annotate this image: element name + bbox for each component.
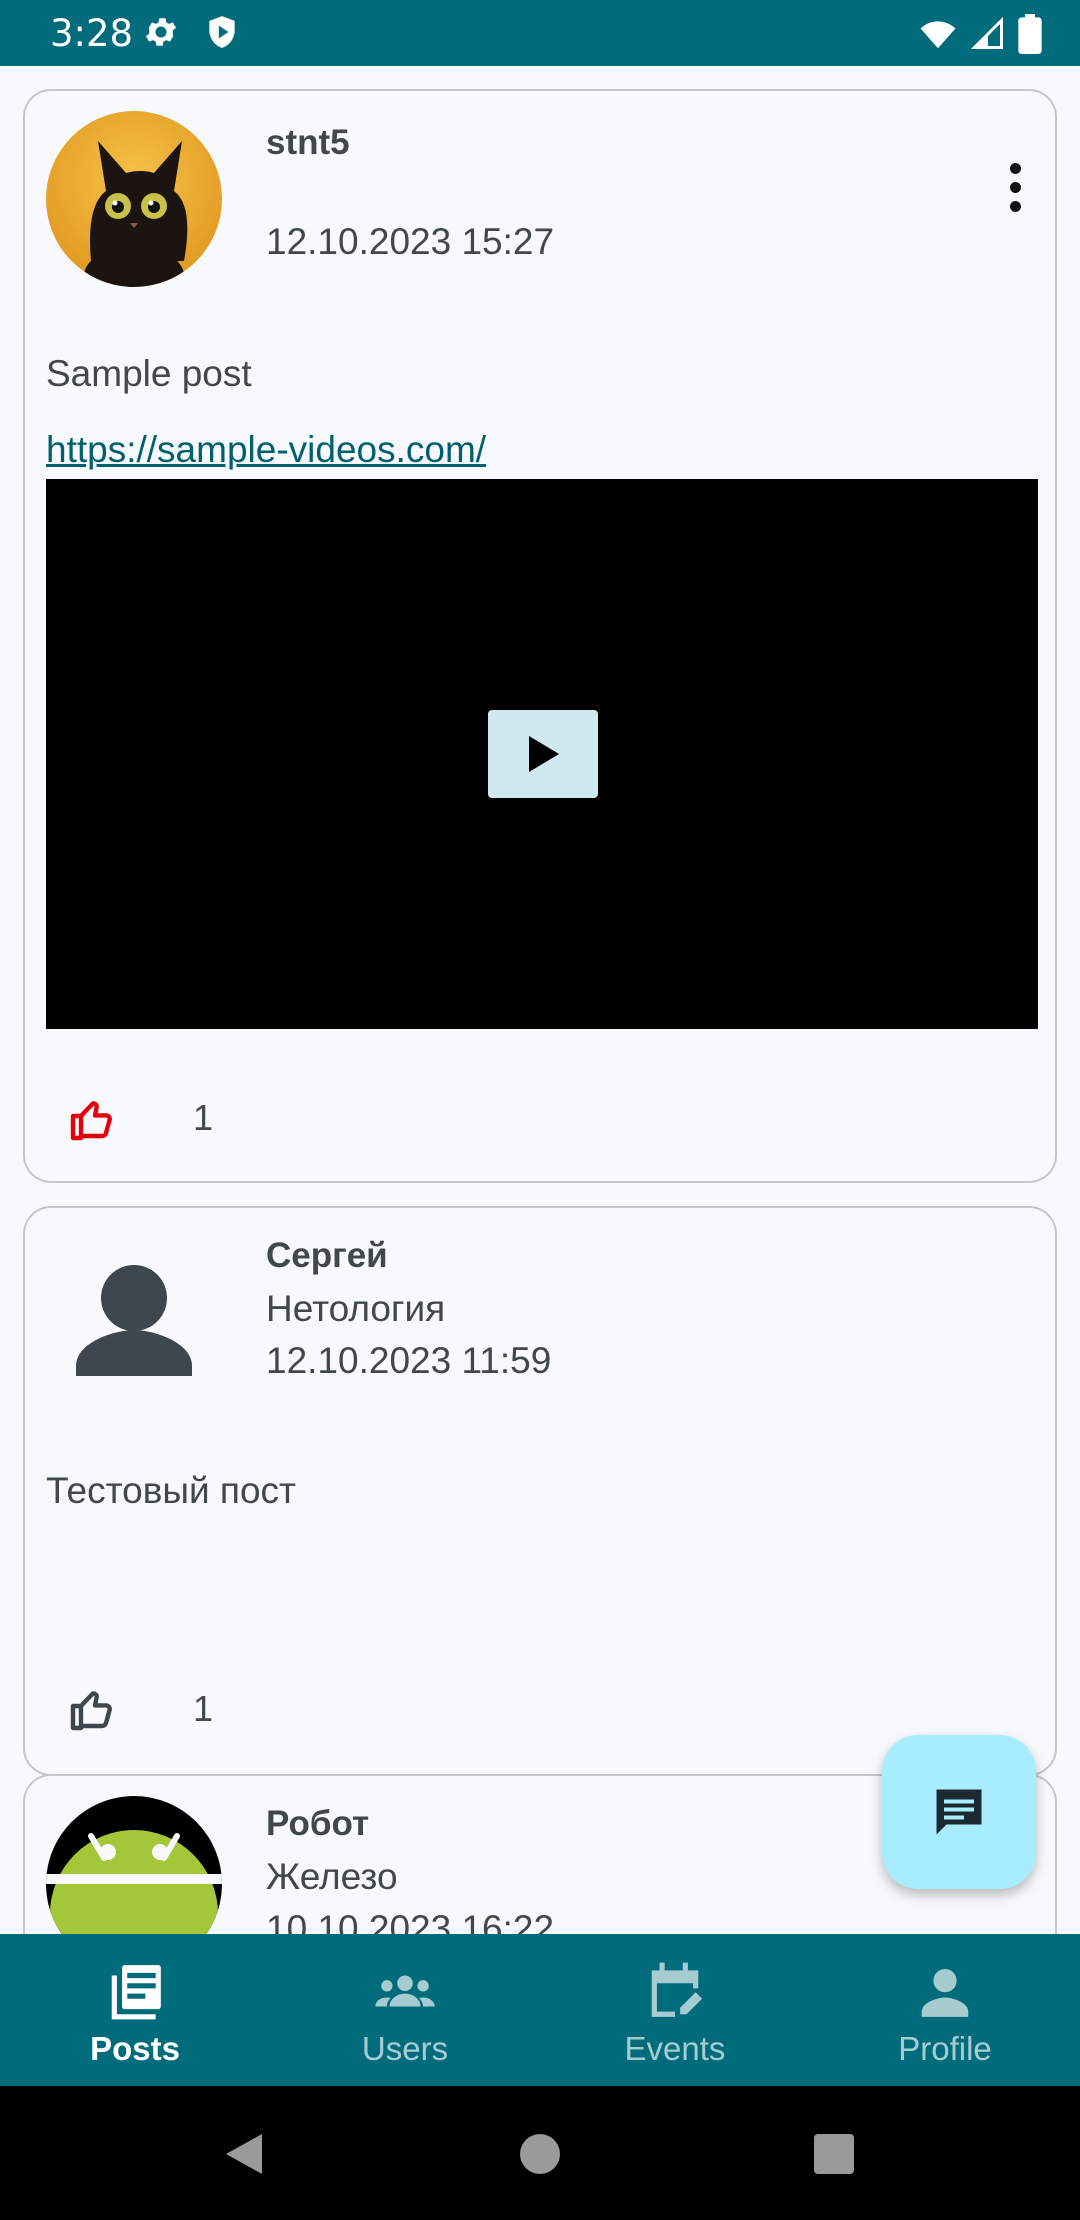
- dot: [1009, 182, 1021, 193]
- new-post-fab[interactable]: [882, 1735, 1036, 1889]
- dot: [1009, 201, 1021, 212]
- author-name: Робот: [266, 1804, 370, 1843]
- wifi-icon: [920, 21, 956, 49]
- message-icon: [936, 1789, 982, 1835]
- nav-posts[interactable]: Posts: [0, 1934, 270, 2086]
- author-job: Железо: [266, 1856, 398, 1897]
- signal-icon: [970, 16, 1003, 49]
- post-content: Sample post: [46, 353, 252, 394]
- nav-label: Events: [624, 2030, 726, 2067]
- author-avatar: [46, 111, 222, 287]
- nav-profile[interactable]: Profile: [810, 1934, 1080, 2086]
- like-icon[interactable]: [69, 1686, 117, 1734]
- post-link[interactable]: https://sample-videos.com/: [46, 429, 486, 471]
- play-button[interactable]: [488, 710, 598, 798]
- author-avatar: [46, 1228, 222, 1404]
- users-icon: [375, 1975, 435, 2007]
- status-bar: 3:28: [0, 0, 1080, 66]
- author-avatar: [46, 1796, 222, 1934]
- post-card[interactable]: Сергей Нетология 12.10.2023 11:59 Тестов…: [23, 1206, 1057, 1776]
- nav-events[interactable]: Events: [540, 1934, 810, 2086]
- post-content: Тестовый пост: [46, 1470, 296, 1511]
- nav-users[interactable]: Users: [270, 1934, 540, 2086]
- nav-label: Users: [361, 2030, 449, 2067]
- post-menu-button[interactable]: [1005, 163, 1025, 213]
- post-date: 10.10.2023 16:22: [266, 1908, 555, 1934]
- home-icon[interactable]: [518, 2132, 562, 2176]
- nav-label: Posts: [90, 2030, 180, 2067]
- play-icon: [529, 736, 559, 772]
- bottom-navigation: Posts Users Events Profile: [0, 1934, 1080, 2086]
- author-name: Сергей: [266, 1236, 388, 1275]
- gear-icon: [145, 18, 177, 46]
- battery-icon: [1018, 14, 1042, 54]
- profile-icon: [921, 1969, 969, 2017]
- back-icon[interactable]: [222, 2132, 266, 2176]
- shield-play-icon: [209, 16, 235, 48]
- posts-icon: [111, 1965, 161, 2020]
- cat-avatar: [46, 111, 222, 287]
- post-date: 12.10.2023 11:59: [266, 1340, 552, 1381]
- person-placeholder-icon: [76, 1265, 192, 1376]
- dot: [1009, 163, 1021, 174]
- events-icon: [651, 1962, 703, 2017]
- android-avatar: [46, 1796, 222, 1934]
- video-player[interactable]: [46, 479, 1038, 1029]
- like-icon[interactable]: [69, 1096, 117, 1144]
- like-count: 1: [193, 1097, 214, 1138]
- like-count: 1: [193, 1688, 214, 1729]
- recents-icon[interactable]: [812, 2132, 856, 2176]
- author-name: stnt5: [266, 123, 350, 162]
- author-job: Нетология: [266, 1288, 446, 1329]
- post-card[interactable]: stnt5 12.10.2023 15:27 Sample post https…: [23, 89, 1057, 1183]
- status-time: 3:28: [50, 12, 134, 55]
- system-navigation-bar: [0, 2086, 1080, 2220]
- post-date: 12.10.2023 15:27: [266, 221, 555, 262]
- posts-feed[interactable]: stnt5 12.10.2023 15:27 Sample post https…: [0, 66, 1080, 1934]
- nav-label: Profile: [898, 2030, 992, 2067]
